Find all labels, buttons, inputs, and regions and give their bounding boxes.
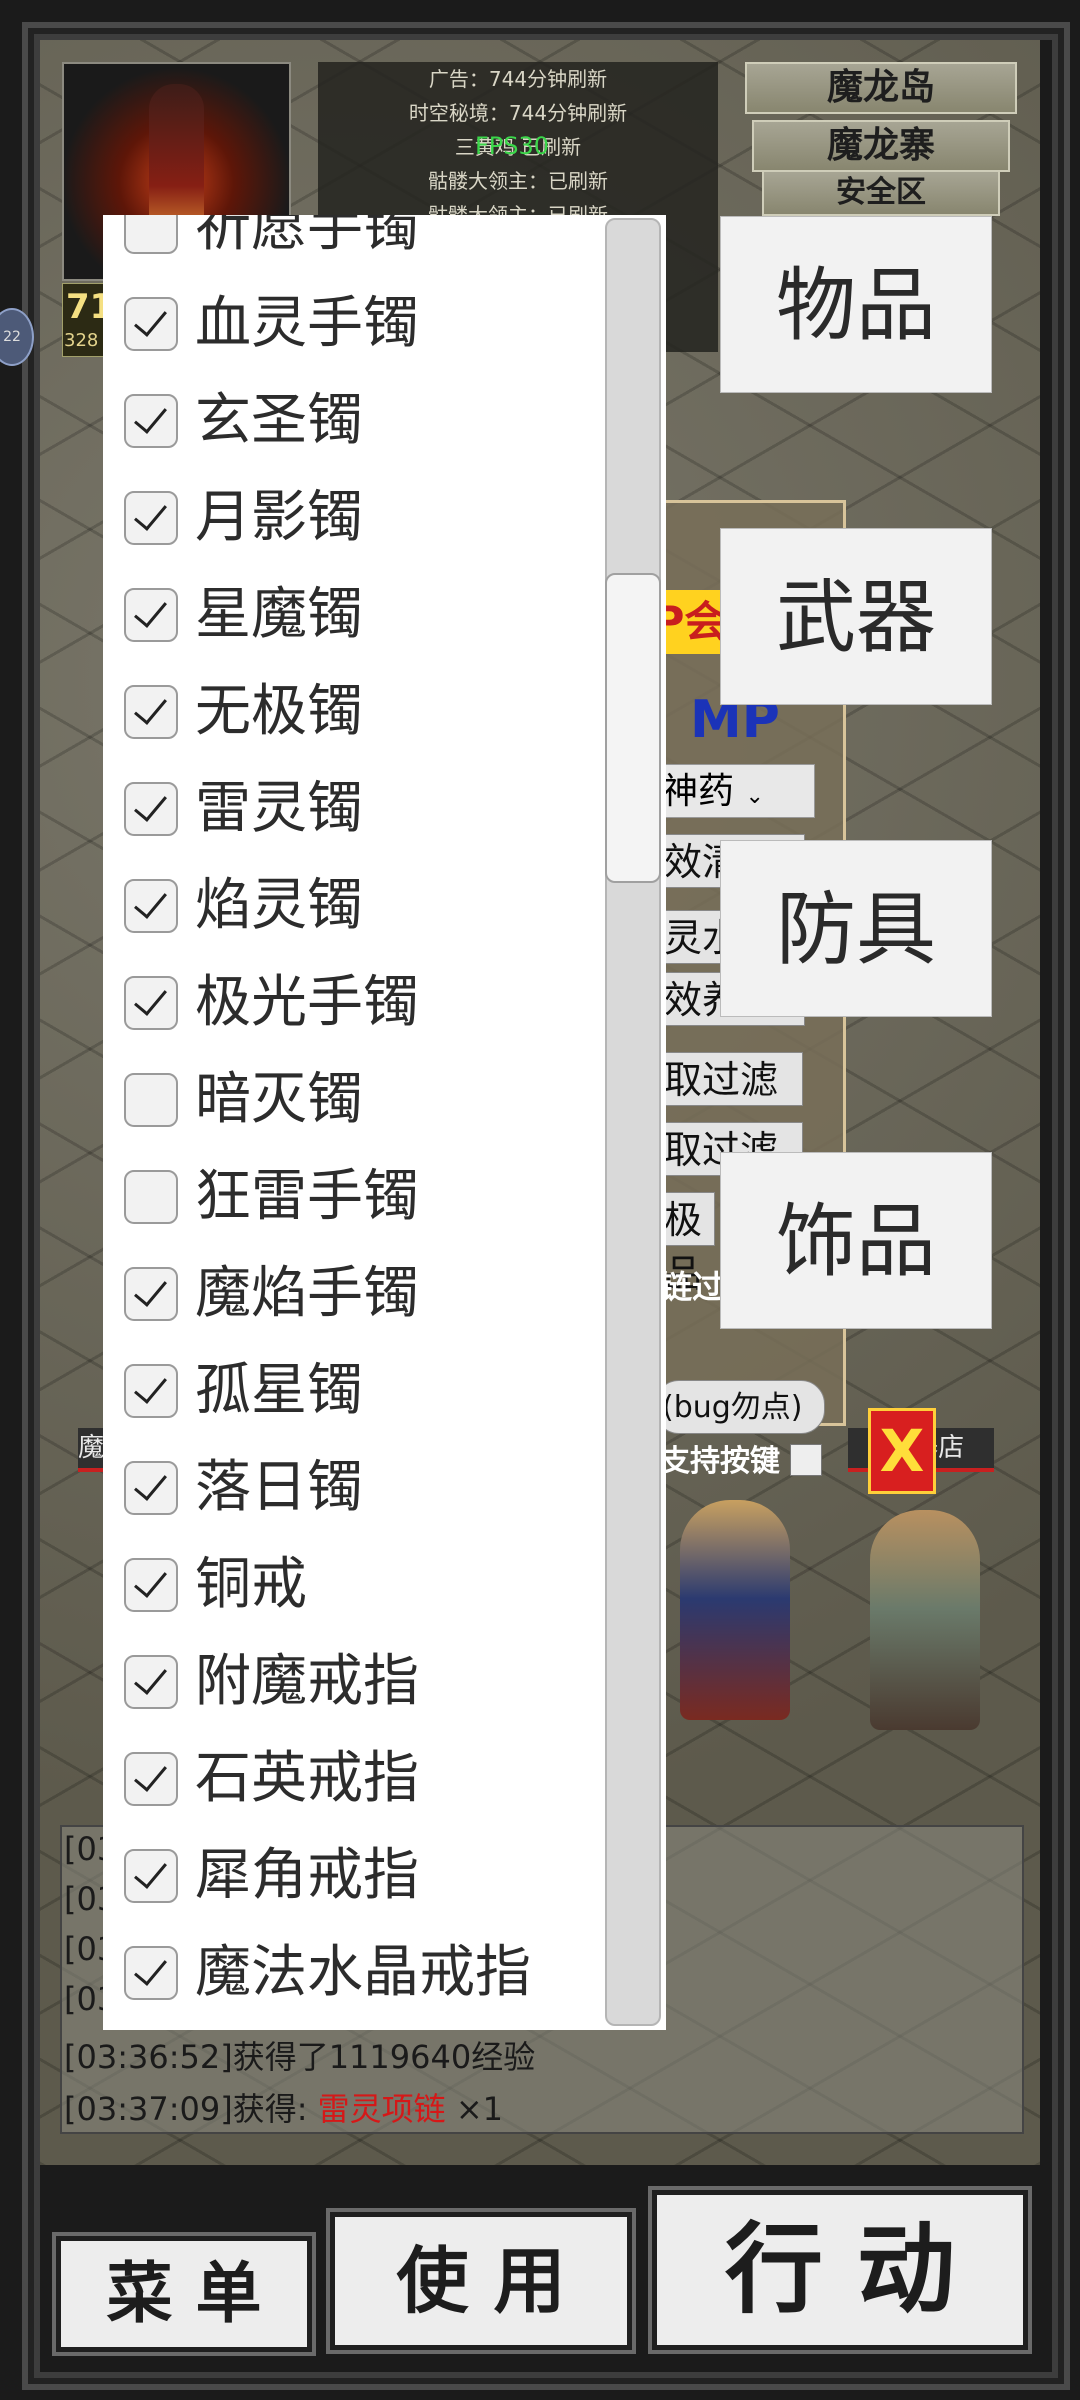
filter-checkbox[interactable] — [124, 297, 178, 351]
info-line: 骷髅大领主：已刷新 — [428, 169, 608, 193]
filter-checkbox[interactable] — [124, 1558, 178, 1612]
list-item[interactable]: 孤星镯 — [103, 1343, 583, 1440]
item-label: 犀角戒指 — [195, 1843, 419, 1908]
item-label: 附魔戒指 — [195, 1649, 419, 1714]
filter-checkbox[interactable] — [124, 588, 178, 642]
keys-label: 支持按键 — [660, 1444, 780, 1479]
item-label: 雷灵镯 — [195, 776, 363, 841]
chat-line: [03:37:09]获得: 雷灵项链 ×1 — [64, 2084, 503, 2130]
info-line: 广告：744分钟刷新 — [428, 67, 608, 91]
list-item[interactable]: 雷灵镯 — [103, 761, 583, 858]
filter-checkbox[interactable] — [124, 1170, 178, 1224]
filter-checkbox[interactable] — [124, 1073, 178, 1127]
location-zone: 魔龙寨 — [752, 120, 1010, 172]
list-item[interactable]: 犀角戒指 — [103, 1828, 583, 1925]
list-item[interactable]: 极光手镯 — [103, 955, 583, 1052]
filter-checkbox[interactable] — [124, 215, 178, 254]
level-sub-value: 328 — [64, 330, 99, 351]
chat-suffix: ×1 — [445, 2090, 504, 2128]
panel-text: 链过 — [660, 1268, 725, 1306]
filter-checkbox[interactable] — [124, 491, 178, 545]
filter-checkbox[interactable] — [124, 976, 178, 1030]
item-label: 血灵手镯 — [195, 291, 419, 356]
item-label: 狂雷手镯 — [195, 1164, 419, 1229]
list-item[interactable]: 魔焰手镯 — [103, 1246, 583, 1343]
item-label: 极光手镯 — [195, 970, 419, 1035]
category-armor-button[interactable]: 防具 — [720, 840, 992, 1017]
action-button[interactable]: 行 动 — [648, 2186, 1032, 2354]
item-label: 暗灭镯 — [195, 1067, 363, 1132]
pickup-filter-button[interactable]: 取过滤 — [655, 1052, 803, 1106]
item-label: 石英戒指 — [195, 1746, 419, 1811]
bug-button[interactable]: (bug勿点) — [655, 1380, 825, 1434]
fps-counter: FPS30 — [475, 132, 550, 160]
category-weapons-button[interactable]: 武器 — [720, 528, 992, 705]
info-line: 时空秘境：744分钟刷新 — [408, 101, 628, 125]
list-item[interactable]: 石英戒指 — [103, 1731, 583, 1828]
category-items-button[interactable]: 物品 — [720, 216, 992, 393]
list-item[interactable]: 附魔戒指 — [103, 1634, 583, 1731]
filter-checkbox[interactable] — [124, 394, 178, 448]
scrollbar-track[interactable] — [605, 218, 661, 2026]
filter-checkbox[interactable] — [124, 1849, 178, 1903]
list-item[interactable]: 月影镯 — [103, 470, 583, 567]
item-label: 魔法水晶戒指 — [195, 1940, 531, 2005]
potion-select-value: 神药 — [662, 771, 735, 812]
category-accessories-button[interactable]: 饰品 — [720, 1152, 992, 1329]
chat-prefix: [03:37:09]获得: — [64, 2090, 318, 2128]
filter-checkbox[interactable] — [124, 1655, 178, 1709]
item-label: 孤星镯 — [195, 1358, 363, 1423]
filter-checkbox[interactable] — [124, 879, 178, 933]
item-filter-list[interactable]: 祈愿手镯 血灵手镯 玄圣镯 月影镯 星魔镯 无极镯 雷灵镯 焰灵镯 极光手镯 暗… — [103, 215, 666, 2030]
item-label: 落日镯 — [195, 1455, 363, 1520]
list-item[interactable]: 玄圣镯 — [103, 373, 583, 470]
item-label: 铜戒 — [195, 1552, 307, 1617]
list-item[interactable]: 星魔镯 — [103, 567, 583, 664]
list-item[interactable]: 无极镯 — [103, 664, 583, 761]
item-label: 焰灵镯 — [195, 873, 363, 938]
location-safe-zone: 安全区 — [762, 170, 1000, 216]
list-item[interactable]: 落日镯 — [103, 1440, 583, 1537]
chevron-down-icon: ⌄ — [745, 784, 764, 809]
item-label: 祈愿手镯 — [195, 215, 419, 259]
list-item[interactable]: 焰灵镯 — [103, 858, 583, 955]
potion-select[interactable]: 神药 ⌄ — [655, 764, 815, 818]
list-item[interactable]: 祈愿手镯 — [103, 215, 583, 276]
filter-checkbox[interactable] — [124, 685, 178, 739]
list-item[interactable]: 血灵手镯 — [103, 276, 583, 373]
filter-checkbox[interactable] — [124, 1364, 178, 1418]
menu-button[interactable]: 菜 单 — [52, 2232, 316, 2356]
list-item[interactable]: 铜戒 — [103, 1537, 583, 1634]
filter-checkbox[interactable] — [124, 1461, 178, 1515]
list-item[interactable]: 狂雷手镯 — [103, 1149, 583, 1246]
use-button[interactable]: 使 用 — [326, 2208, 636, 2354]
scrollbar-thumb[interactable] — [605, 573, 661, 883]
item-label: 魔焰手镯 — [195, 1261, 419, 1326]
keys-checkbox[interactable] — [790, 1444, 822, 1476]
item-label: 玄圣镯 — [195, 388, 363, 453]
item-label: 星魔镯 — [195, 582, 363, 647]
chat-line: [03:36:52]获得了1119640经验 — [64, 2038, 536, 2076]
item-label: 无极镯 — [195, 679, 363, 744]
list-item[interactable]: 暗灭镯 — [103, 1052, 583, 1149]
list-item[interactable]: 魔法水晶戒指 — [103, 1925, 583, 2022]
npc-character[interactable] — [870, 1510, 980, 1730]
item-label: 月影镯 — [195, 485, 363, 550]
filter-checkbox[interactable] — [124, 1267, 178, 1321]
chat-item-name: 雷灵项链 — [317, 2090, 446, 2128]
location-map: 魔龙岛 — [745, 62, 1017, 114]
filter-checkbox[interactable] — [124, 782, 178, 836]
npc-character[interactable] — [680, 1500, 790, 1720]
close-button[interactable]: X — [868, 1408, 936, 1494]
filter-checkbox[interactable] — [124, 1946, 178, 2000]
filter-checkbox[interactable] — [124, 1752, 178, 1806]
